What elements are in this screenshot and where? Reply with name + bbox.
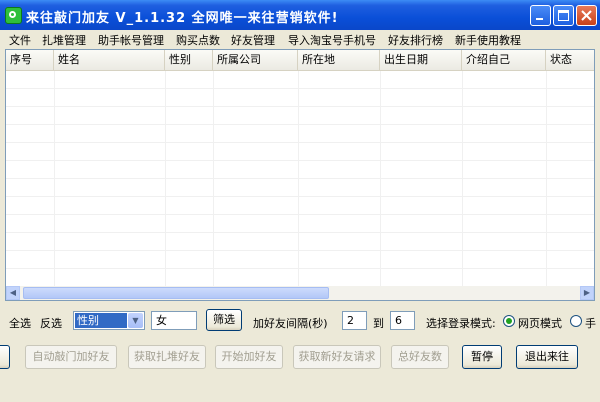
column-separator bbox=[54, 71, 55, 286]
column-location[interactable]: 所在地 bbox=[298, 50, 380, 70]
menu-bar: 文件 扎堆管理 助手帐号管理 购买点数 好友管理 导入淘宝号手机号 好友排行榜 … bbox=[0, 30, 600, 48]
title-bar[interactable]: 来往敲门加友 V_1.1.32 全网唯一来往营销软件! bbox=[0, 0, 600, 30]
partial-button[interactable] bbox=[0, 345, 10, 369]
menu-groups[interactable]: 扎堆管理 bbox=[42, 32, 86, 48]
horizontal-scrollbar[interactable]: ◀ ▶ bbox=[6, 286, 594, 300]
app-icon bbox=[5, 7, 22, 24]
close-icon bbox=[581, 10, 592, 21]
row-separator bbox=[6, 250, 594, 251]
row-separator bbox=[6, 232, 594, 233]
scrollbar-thumb[interactable] bbox=[23, 287, 329, 299]
phone-mode-radio[interactable] bbox=[570, 315, 582, 327]
menu-buy-points[interactable]: 购买点数 bbox=[176, 32, 220, 48]
column-status[interactable]: 状态 bbox=[546, 50, 594, 70]
minimize-button[interactable] bbox=[530, 5, 551, 26]
row-separator bbox=[6, 214, 594, 215]
column-gender[interactable]: 性别 bbox=[165, 50, 213, 70]
interval-from-input[interactable]: 2 bbox=[342, 311, 367, 330]
interval-label: 加好友间隔(秒) bbox=[253, 317, 328, 330]
row-separator bbox=[6, 268, 594, 269]
menu-file[interactable]: 文件 bbox=[9, 32, 31, 48]
get-group-button[interactable]: 获取扎堆好友 bbox=[128, 345, 206, 369]
filter-value-input[interactable]: 女 bbox=[151, 311, 197, 330]
menu-accounts[interactable]: 助手帐号管理 bbox=[98, 32, 164, 48]
total-friends-button[interactable]: 总好友数 bbox=[391, 345, 449, 369]
web-mode-label[interactable]: 网页模式 bbox=[518, 315, 562, 331]
menu-friends[interactable]: 好友管理 bbox=[231, 32, 275, 48]
menu-import[interactable]: 导入淘宝号手机号 bbox=[288, 32, 376, 48]
arrow-left-icon[interactable]: ◀ bbox=[6, 286, 20, 300]
column-index[interactable]: 序号 bbox=[6, 50, 54, 70]
maximize-icon bbox=[558, 10, 569, 21]
row-separator bbox=[6, 106, 594, 107]
column-separator bbox=[165, 71, 166, 286]
column-separator bbox=[462, 71, 463, 286]
maximize-button[interactable] bbox=[553, 5, 574, 26]
row-separator bbox=[6, 88, 594, 89]
column-name[interactable]: 姓名 bbox=[54, 50, 165, 70]
row-separator bbox=[6, 124, 594, 125]
start-add-button[interactable]: 开始加好友 bbox=[215, 345, 283, 369]
pause-button[interactable]: 暂停 bbox=[462, 345, 502, 369]
column-separator bbox=[546, 71, 547, 286]
column-company[interactable]: 所属公司 bbox=[213, 50, 298, 70]
phone-mode-label[interactable]: 手 bbox=[585, 315, 596, 331]
table-body[interactable] bbox=[6, 71, 594, 286]
column-separator bbox=[213, 71, 214, 286]
login-mode-label: 选择登录模式: bbox=[426, 317, 496, 330]
minimize-icon bbox=[536, 18, 543, 20]
column-separator bbox=[380, 71, 381, 286]
quit-button[interactable]: 退出来往 bbox=[516, 345, 578, 369]
row-separator bbox=[6, 160, 594, 161]
arrow-right-icon[interactable]: ▶ bbox=[580, 286, 594, 300]
invert-selection-link[interactable]: 反选 bbox=[40, 315, 62, 331]
interval-to-input[interactable]: 6 bbox=[390, 311, 415, 330]
window-title: 来往敲门加友 V_1.1.32 全网唯一来往营销软件! bbox=[26, 11, 339, 26]
filter-button[interactable]: 筛选 bbox=[206, 309, 242, 331]
chevron-down-icon[interactable]: ▼ bbox=[128, 313, 143, 328]
select-all-link[interactable]: 全选 bbox=[9, 315, 31, 331]
web-mode-radio[interactable] bbox=[503, 315, 515, 327]
table-header: 序号 姓名 性别 所属公司 所在地 出生日期 介绍自己 状态 bbox=[6, 50, 594, 71]
column-intro[interactable]: 介绍自己 bbox=[462, 50, 546, 70]
to-label: 到 bbox=[373, 317, 384, 330]
friends-table[interactable]: 序号 姓名 性别 所属公司 所在地 出生日期 介绍自己 状态 ◀ ▶ bbox=[5, 49, 595, 301]
column-birthday[interactable]: 出生日期 bbox=[380, 50, 462, 70]
filter-field-value: 性别 bbox=[75, 313, 127, 328]
row-separator bbox=[6, 178, 594, 179]
close-button[interactable] bbox=[576, 5, 597, 26]
menu-ranking[interactable]: 好友排行榜 bbox=[388, 32, 443, 48]
filter-field-select[interactable]: 性别 ▼ bbox=[73, 311, 145, 330]
auto-add-button[interactable]: 自动敲门加好友 bbox=[25, 345, 117, 369]
get-requests-button[interactable]: 获取新好友请求 bbox=[293, 345, 381, 369]
menu-tutorial[interactable]: 新手使用教程 bbox=[455, 32, 521, 48]
column-separator bbox=[298, 71, 299, 286]
row-separator bbox=[6, 142, 594, 143]
row-separator bbox=[6, 196, 594, 197]
